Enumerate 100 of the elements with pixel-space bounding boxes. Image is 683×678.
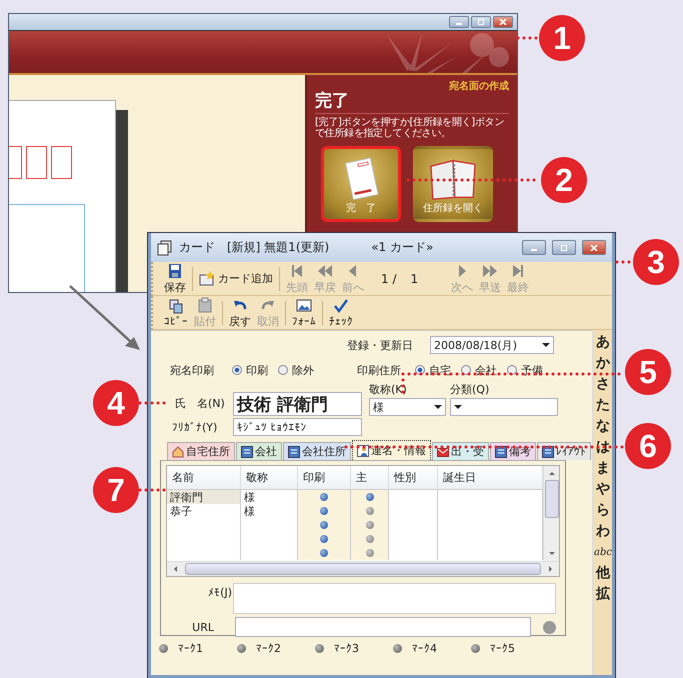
callout-number: 5 xyxy=(625,349,671,395)
close-icon xyxy=(499,19,507,25)
radio-button[interactable] xyxy=(232,365,242,375)
vertical-scrollbar[interactable] xyxy=(543,466,559,561)
field-label: 印刷住所 xyxy=(357,362,402,378)
radio-button[interactable] xyxy=(278,365,288,375)
maximize-icon xyxy=(477,19,485,25)
column-header: 誕生日 xyxy=(438,466,543,490)
radio-label: 除外 xyxy=(292,362,314,378)
tab[interactable]: 備考 xyxy=(490,442,536,460)
index-tab[interactable]: ま xyxy=(596,458,610,479)
mark-dot[interactable] xyxy=(159,644,168,653)
card-icon xyxy=(241,446,253,458)
field-label: ﾒﾓ(J) xyxy=(207,586,233,599)
person-icon xyxy=(357,444,369,456)
index-tab[interactable]: あ xyxy=(596,332,610,353)
toolbar-button[interactable]: 戻す xyxy=(226,296,254,328)
memo-field[interactable] xyxy=(233,583,556,614)
furigana-field[interactable]: ｷｼﾞｭﾂ ﾋｮｳｴﾓﾝ xyxy=(233,418,362,436)
checkmark-icon xyxy=(333,298,349,314)
index-tab[interactable]: は xyxy=(596,437,610,458)
table-cell[interactable]: 恭子 xyxy=(167,504,241,518)
toolbar-button[interactable]: カード追加 xyxy=(196,270,276,286)
postal-code-box xyxy=(26,146,47,179)
field-label: ﾌﾘｶﾞﾅ(Y) xyxy=(172,420,218,434)
field-label: 分類(Q) xyxy=(450,382,490,397)
leader-line xyxy=(516,36,540,40)
mark-label: ﾏｰｸ1 xyxy=(178,642,203,655)
card-stack-icon xyxy=(157,240,173,256)
honorific-dropdown[interactable]: 様 xyxy=(369,398,446,416)
close-icon xyxy=(590,244,598,250)
maximize-button[interactable] xyxy=(471,16,491,28)
field-label: URL xyxy=(191,620,214,634)
maximize-icon xyxy=(560,244,568,250)
column-header: 性別 xyxy=(389,466,438,490)
copy-icon xyxy=(168,298,184,314)
page-number: 1 / xyxy=(381,272,396,286)
column-header: 主 xyxy=(351,466,389,490)
callout-number: 6 xyxy=(625,423,671,469)
tab[interactable]: ﾚｲｱｳﾄ xyxy=(537,442,591,460)
horizontal-scrollbar[interactable] xyxy=(167,561,559,576)
pointer-arrow xyxy=(69,285,140,350)
url-button[interactable] xyxy=(543,620,556,634)
index-tab[interactable]: ら xyxy=(596,500,610,521)
card-icon xyxy=(199,270,215,286)
minimize-button[interactable] xyxy=(449,16,469,28)
mark-dot[interactable] xyxy=(393,644,402,653)
table-cell: 様 xyxy=(244,490,255,504)
tab[interactable]: 自宅住所 xyxy=(167,442,235,460)
index-tab[interactable]: abc xyxy=(594,542,612,563)
index-tab[interactable]: さ xyxy=(596,374,610,395)
callout-number: 2 xyxy=(541,157,587,203)
clipboard-icon xyxy=(197,296,213,312)
mark-label: ﾏｰｸ2 xyxy=(256,642,281,655)
radio-label: 印刷 xyxy=(246,362,268,378)
index-tab[interactable]: た xyxy=(596,395,610,416)
step-title: 完了 xyxy=(315,89,509,114)
table-cell: 様 xyxy=(244,504,255,518)
close-button[interactable] xyxy=(493,16,513,28)
index-tab[interactable]: 他 xyxy=(596,563,610,584)
card-count: «1 カード» xyxy=(371,239,434,256)
toolbar-button[interactable]: 保存 xyxy=(161,262,189,294)
field-label: 敬称(K) xyxy=(369,382,408,397)
radio-button[interactable] xyxy=(415,365,425,375)
mark-label: ﾏｰｸ5 xyxy=(490,642,515,655)
mark-label: ﾏｰｸ4 xyxy=(412,642,437,655)
table-cell[interactable]: 評衛門 xyxy=(167,490,241,504)
column-header: 敬称 xyxy=(241,466,298,490)
close-button[interactable] xyxy=(582,240,606,255)
callout-number: 4 xyxy=(93,380,139,426)
minimize-button[interactable] xyxy=(522,240,546,255)
name-field[interactable]: 技術 評衛門 xyxy=(233,392,362,416)
mark-dot[interactable] xyxy=(471,644,480,653)
category-dropdown[interactable] xyxy=(450,398,558,416)
field-label: 登録・更新日 xyxy=(347,338,414,352)
index-tab[interactable]: な xyxy=(596,416,610,437)
leader-line xyxy=(616,260,634,264)
tab[interactable]: 会社住所 xyxy=(283,442,351,460)
mark-dot[interactable] xyxy=(315,644,324,653)
field-label: 宛名印刷 xyxy=(170,362,215,378)
date-dropdown[interactable]: 2008/08/18(月) xyxy=(430,336,554,354)
index-tab[interactable]: わ xyxy=(596,521,610,542)
radio-button[interactable] xyxy=(507,365,517,375)
index-tab[interactable]: や xyxy=(596,479,610,500)
tab[interactable]: 会社 xyxy=(236,442,282,460)
skip-start-icon xyxy=(289,262,305,278)
column-header: 印刷 xyxy=(298,466,351,490)
url-field[interactable] xyxy=(235,617,531,637)
maximize-button[interactable] xyxy=(552,240,576,255)
toolbar-button[interactable]: ﾌｫｰﾑ xyxy=(289,298,319,328)
toolbar-button[interactable]: ｺﾋﾟｰ xyxy=(161,298,191,328)
card-icon xyxy=(495,446,507,458)
postal-code-box xyxy=(51,146,72,179)
toolbar-button[interactable]: ﾁｪｯｸ xyxy=(326,298,356,328)
mark-label: ﾏｰｸ3 xyxy=(334,642,359,655)
card-icon xyxy=(288,446,300,458)
mark-dot[interactable] xyxy=(237,644,246,653)
page-number: 1 xyxy=(410,272,418,286)
index-tab[interactable]: 拡 xyxy=(596,584,610,605)
index-tab[interactable]: か xyxy=(596,353,610,374)
